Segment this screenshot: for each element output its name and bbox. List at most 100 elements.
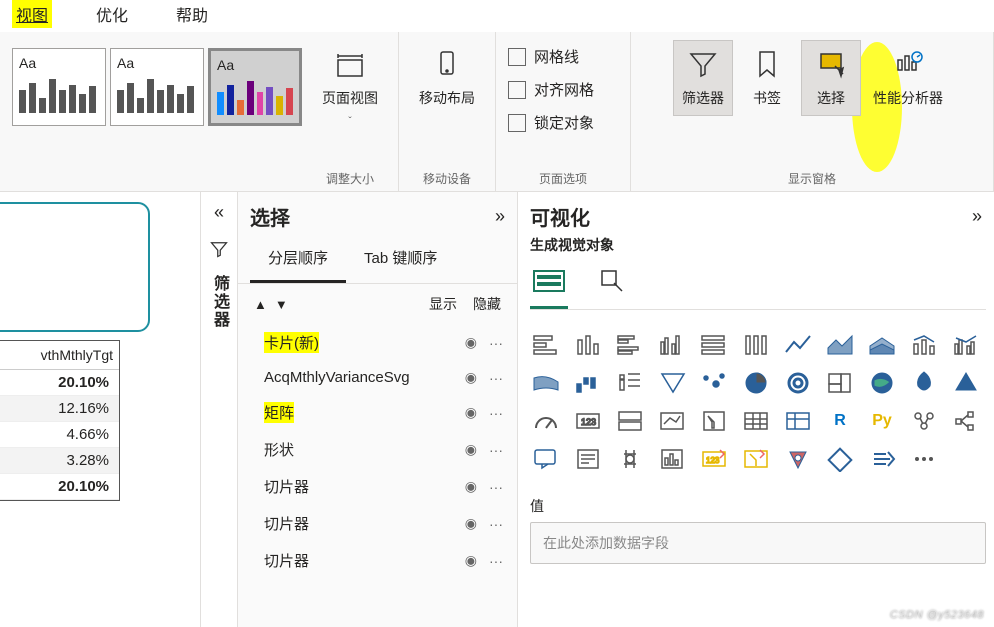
viz-tab-build[interactable] xyxy=(530,263,568,309)
card-icon[interactable]: 123 xyxy=(572,406,604,436)
lock-objects-checkbox[interactable]: 锁定对象 xyxy=(508,112,618,133)
matrix-icon[interactable] xyxy=(782,406,814,436)
hundred-bar-icon[interactable] xyxy=(698,330,730,360)
mobile-layout-button[interactable]: 移动布局 xyxy=(411,40,483,116)
stacked-area-icon[interactable] xyxy=(866,330,898,360)
group-label-resize: 调整大小 xyxy=(326,166,374,187)
more-icon[interactable]: ··· xyxy=(489,479,503,495)
hundred-column-icon[interactable] xyxy=(740,330,772,360)
more-icon[interactable]: ··· xyxy=(489,370,503,386)
pie-icon[interactable] xyxy=(698,368,730,398)
move-up-icon[interactable]: ▲ xyxy=(254,297,267,312)
paginated-icon[interactable] xyxy=(614,444,646,474)
bookmarks-button[interactable]: 书签 xyxy=(737,40,797,116)
r-visual-icon[interactable]: R xyxy=(824,406,856,436)
more-visuals-icon[interactable] xyxy=(866,444,898,474)
theme-mono-1[interactable]: Aa xyxy=(12,48,106,126)
smart-narrative-icon[interactable] xyxy=(572,444,604,474)
expand-filters-icon[interactable]: « xyxy=(214,202,224,223)
line-chart-icon[interactable] xyxy=(782,330,814,360)
esri-map-icon[interactable] xyxy=(950,368,982,398)
clustered-bar-icon[interactable] xyxy=(614,330,646,360)
ellipsis-icon[interactable] xyxy=(908,444,940,474)
visibility-icon[interactable]: ◉ xyxy=(465,552,477,569)
theme-mono-2[interactable]: Aa xyxy=(110,48,204,126)
clustered-column-icon[interactable] xyxy=(656,330,688,360)
get-visuals-icon[interactable] xyxy=(824,444,856,474)
azure-map-icon[interactable] xyxy=(908,368,940,398)
show-button[interactable]: 显示 xyxy=(429,294,457,314)
svg-text:123: 123 xyxy=(706,456,720,465)
multi-row-card-icon[interactable] xyxy=(614,406,646,436)
selection-item[interactable]: 切片器◉··· xyxy=(238,542,517,579)
power-apps-icon[interactable]: 123 xyxy=(698,444,730,474)
funnel-chart-icon[interactable] xyxy=(614,368,646,398)
report-canvas[interactable]: 0%) vthMthlyTgt 20.10% 12.16% 4.66% 3.28… xyxy=(0,192,200,627)
action-button-icon[interactable] xyxy=(782,444,814,474)
py-visual-icon[interactable]: Py xyxy=(866,406,898,436)
gauge-icon[interactable] xyxy=(530,406,562,436)
line-clustered-col-icon[interactable] xyxy=(950,330,982,360)
selection-item[interactable]: 形状◉··· xyxy=(238,431,517,468)
selection-item[interactable]: 切片器◉··· xyxy=(238,468,517,505)
area-chart-icon[interactable] xyxy=(824,330,856,360)
qa-icon[interactable] xyxy=(530,444,562,474)
more-icon[interactable]: ··· xyxy=(489,335,503,351)
selection-item[interactable]: 切片器◉··· xyxy=(238,505,517,542)
move-down-icon[interactable]: ▼ xyxy=(275,297,288,312)
card-visual[interactable]: 0%) xyxy=(0,202,150,332)
filled-map-icon[interactable] xyxy=(866,368,898,398)
scatter-icon[interactable] xyxy=(656,368,688,398)
more-icon[interactable]: ··· xyxy=(489,516,503,532)
values-field-well[interactable]: 在此处添加数据字段 xyxy=(530,522,986,564)
kpi-icon[interactable] xyxy=(656,406,688,436)
perf-analyzer-button[interactable]: 性能分析器 xyxy=(865,40,951,116)
filters-pane-button[interactable]: 筛选器 xyxy=(673,40,733,116)
tab-view[interactable]: 视图 xyxy=(12,0,52,28)
waterfall-icon[interactable] xyxy=(572,368,604,398)
donut-icon[interactable] xyxy=(740,368,772,398)
snap-to-grid-checkbox[interactable]: 对齐网格 xyxy=(508,79,618,100)
more-icon[interactable]: ··· xyxy=(489,405,503,421)
filters-rail-title[interactable]: 筛选器 xyxy=(207,275,231,329)
selection-item[interactable]: AcqMthlyVarianceSvg◉··· xyxy=(238,361,517,394)
treemap-icon[interactable] xyxy=(782,368,814,398)
slicer-icon[interactable] xyxy=(698,406,730,436)
selection-pane-button[interactable]: 选择 xyxy=(801,40,861,116)
power-automate-icon[interactable] xyxy=(740,444,772,474)
expand-pane-icon[interactable]: » xyxy=(495,206,505,227)
ribbon-chart-icon[interactable] xyxy=(530,368,562,398)
theme-color-active[interactable]: Aa xyxy=(208,48,302,126)
tab-tab-order[interactable]: Tab 键顺序 xyxy=(346,235,455,283)
tab-optimize[interactable]: 优化 xyxy=(92,0,132,28)
line-stacked-col-icon[interactable] xyxy=(908,330,940,360)
more-icon[interactable]: ··· xyxy=(489,553,503,569)
selection-item[interactable]: 矩阵◉··· xyxy=(238,394,517,431)
page-view-button[interactable]: 页面视图 ˇ xyxy=(314,40,386,135)
ribbon-group-showpanes: 筛选器 书签 选择 性能分析器 显示窗格 xyxy=(631,32,994,191)
decomposition-icon[interactable] xyxy=(950,406,982,436)
visibility-icon[interactable]: ◉ xyxy=(465,515,477,532)
stacked-bar-icon[interactable] xyxy=(530,330,562,360)
gridlines-checkbox[interactable]: 网格线 xyxy=(508,46,618,67)
expand-viz-icon[interactable]: » xyxy=(972,206,982,227)
hide-button[interactable]: 隐藏 xyxy=(473,294,501,314)
ribbon-group-resize: 页面视图 ˇ 调整大小 xyxy=(302,32,399,191)
tab-help[interactable]: 帮助 xyxy=(172,0,212,28)
table-icon[interactable] xyxy=(740,406,772,436)
stacked-column-icon[interactable] xyxy=(572,330,604,360)
visibility-icon[interactable]: ◉ xyxy=(465,334,477,351)
visibility-icon[interactable]: ◉ xyxy=(465,478,477,495)
selection-item[interactable]: 卡片(新)◉··· xyxy=(238,324,517,361)
map-icon[interactable] xyxy=(824,368,856,398)
more-icon[interactable]: ··· xyxy=(489,442,503,458)
key-influencers-icon[interactable] xyxy=(908,406,940,436)
visibility-icon[interactable]: ◉ xyxy=(465,441,477,458)
metrics-icon[interactable] xyxy=(656,444,688,474)
perf-label: 性能分析器 xyxy=(873,88,943,108)
tab-layer-order[interactable]: 分层顺序 xyxy=(250,235,346,283)
visibility-icon[interactable]: ◉ xyxy=(465,404,477,421)
viz-tab-format[interactable] xyxy=(592,263,630,309)
visibility-icon[interactable]: ◉ xyxy=(465,369,477,386)
matrix-visual[interactable]: vthMthlyTgt 20.10% 12.16% 4.66% 3.28% 20… xyxy=(0,340,120,501)
